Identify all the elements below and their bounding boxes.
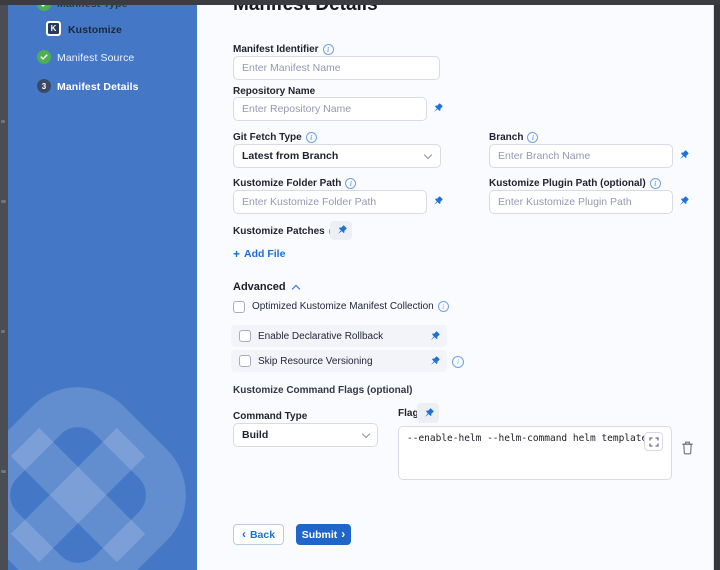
branch-input[interactable] <box>489 144 673 168</box>
chevron-right-icon: › <box>341 528 345 540</box>
runtime-input-pin-icon <box>335 224 348 237</box>
info-icon[interactable]: i <box>650 178 661 189</box>
delete-flag-icon[interactable] <box>681 440 694 455</box>
flag-textarea[interactable]: --enable-helm --helm-command helm templa… <box>398 426 672 480</box>
wizard-sidebar: Manifest Type K Kustomize Manifest Sourc… <box>8 0 197 570</box>
add-file-button[interactable]: + Add File <box>233 247 285 261</box>
repository-name-input[interactable] <box>233 97 427 121</box>
info-icon[interactable]: i <box>345 178 356 189</box>
repository-name-label: Repository Name <box>233 86 315 97</box>
flag-pin-button[interactable] <box>417 403 439 423</box>
patches-pin-button[interactable] <box>330 221 352 240</box>
plus-icon: + <box>233 247 240 261</box>
back-button[interactable]: ‹ Back <box>233 524 284 545</box>
branch-label: Branch i <box>489 132 538 143</box>
info-icon[interactable]: i <box>452 356 464 368</box>
expand-editor-button[interactable] <box>644 432 663 451</box>
step-label: Manifest Source <box>57 52 134 64</box>
step-number-badge: 3 <box>37 79 51 93</box>
git-fetch-type-label: Git Fetch Type i <box>233 132 317 143</box>
kustomize-folder-path-label: Kustomize Folder Path i <box>233 178 356 189</box>
optimized-kustomize-checkbox[interactable] <box>233 301 245 313</box>
runtime-input-pin-icon[interactable] <box>431 102 444 115</box>
runtime-input-pin-icon[interactable] <box>428 330 441 343</box>
kustomize-icon: K <box>46 21 61 36</box>
check-icon <box>37 50 51 64</box>
kustomize-plugin-path-label: Kustomize Plugin Path (optional) i <box>489 178 661 189</box>
chevron-left-icon: ‹ <box>242 528 246 540</box>
declarative-rollback-checkbox[interactable] <box>239 330 251 342</box>
runtime-input-pin-icon[interactable] <box>431 195 444 208</box>
underlying-page-left-edge <box>0 0 8 570</box>
chevron-up-icon <box>291 284 299 292</box>
manifest-identifier-label: Manifest Identifier i <box>233 44 334 55</box>
flag-label: Flag <box>398 408 419 419</box>
command-flags-section-label: Kustomize Command Flags (optional) <box>233 385 412 396</box>
expand-icon <box>649 437 659 447</box>
step-label: Manifest Details <box>57 81 139 93</box>
runtime-input-pin-icon[interactable] <box>428 355 441 368</box>
kustomize-patches-label: Kustomize Patches i <box>233 226 340 237</box>
harness-logo-watermark <box>8 345 197 570</box>
info-icon[interactable]: i <box>306 132 317 143</box>
underlying-page-right-edge <box>714 0 720 570</box>
runtime-input-pin-icon[interactable] <box>677 195 690 208</box>
git-fetch-type-select[interactable]: Latest from Branch <box>233 144 441 168</box>
command-type-label: Command Type <box>233 411 307 422</box>
submit-button[interactable]: Submit › <box>296 524 351 545</box>
runtime-input-pin-icon[interactable] <box>677 149 690 162</box>
runtime-input-pin-icon <box>422 407 435 420</box>
underlying-page-top-edge <box>0 0 720 5</box>
manifest-details-drawer: Manifest Type K Kustomize Manifest Sourc… <box>0 0 720 570</box>
step-label: Kustomize <box>68 24 122 36</box>
info-icon[interactable]: i <box>323 44 334 55</box>
kustomize-plugin-path-input[interactable] <box>489 190 673 214</box>
info-icon[interactable]: i <box>438 301 449 312</box>
optimized-kustomize-label: Optimized Kustomize Manifest Collection … <box>252 301 449 312</box>
declarative-rollback-label: Enable Declarative Rollback <box>258 331 383 342</box>
skip-versioning-checkbox[interactable] <box>239 355 251 367</box>
info-icon[interactable]: i <box>527 132 538 143</box>
skip-versioning-label: Skip Resource Versioning <box>258 356 373 367</box>
command-type-select[interactable]: Build <box>233 423 378 447</box>
advanced-toggle[interactable]: Advanced <box>233 281 299 293</box>
kustomize-folder-path-input[interactable] <box>233 190 427 214</box>
manifest-identifier-input[interactable] <box>233 56 440 80</box>
